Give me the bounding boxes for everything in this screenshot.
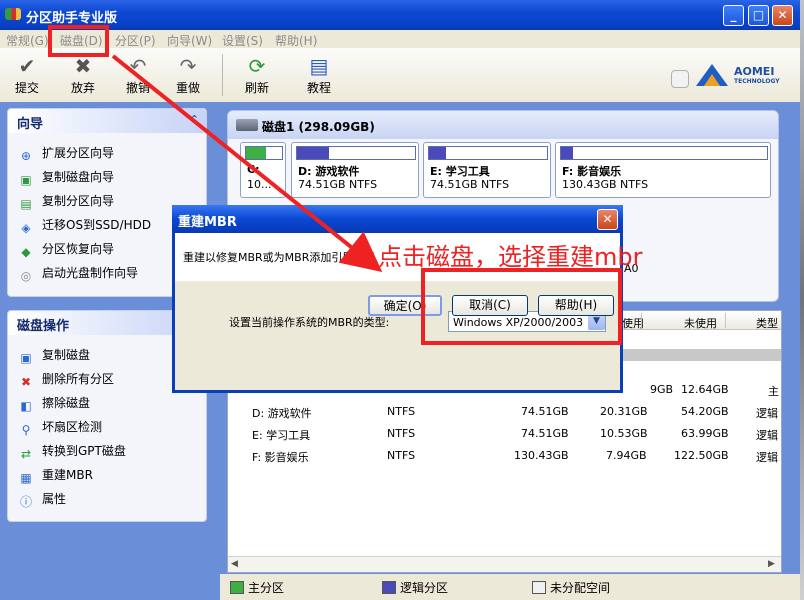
annotation-text: 点击磁盘，选择重建mbr bbox=[378, 243, 643, 271]
annotation-arrow bbox=[111, 54, 383, 273]
